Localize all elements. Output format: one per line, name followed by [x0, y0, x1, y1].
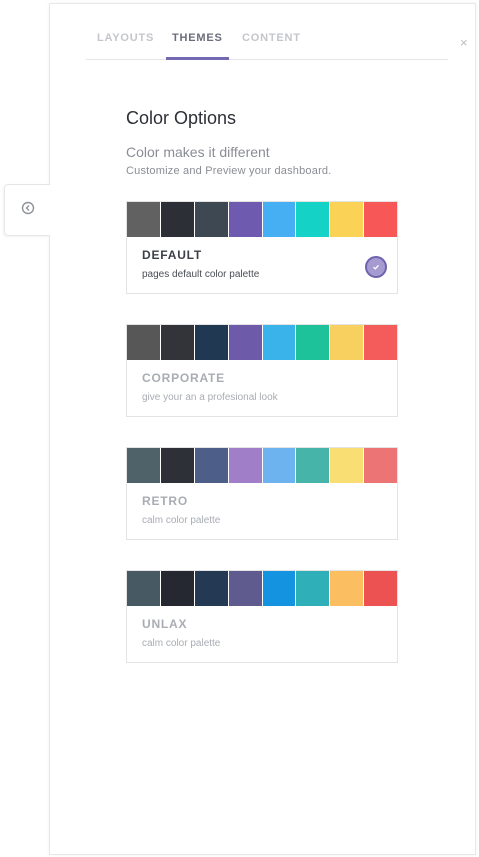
color-swatch [330, 448, 364, 483]
color-swatch [330, 202, 364, 237]
color-swatch [194, 448, 228, 483]
color-swatches [127, 571, 397, 606]
theme-name: CORPORATE [142, 371, 225, 385]
color-swatch [262, 202, 296, 237]
color-swatch [364, 571, 397, 606]
color-swatch [364, 325, 397, 360]
section-description: Customize and Preview your dashboard. [126, 165, 332, 177]
theme-card-retro[interactable]: RETRO calm color palette [126, 447, 398, 540]
color-swatch [194, 571, 228, 606]
color-swatch [127, 202, 160, 237]
theme-name: DEFAULT [142, 248, 203, 262]
color-swatch [194, 325, 228, 360]
color-swatches [127, 448, 397, 483]
color-swatch [296, 448, 330, 483]
color-swatches [127, 325, 397, 360]
color-swatch [262, 325, 296, 360]
theme-description: calm color palette [142, 638, 221, 649]
color-swatch [127, 448, 160, 483]
color-swatch [262, 448, 296, 483]
page-title: Color Options [126, 108, 237, 128]
theme-card-unlax[interactable]: UNLAX calm color palette [126, 570, 398, 663]
active-tab-indicator [166, 57, 229, 60]
tab-layouts[interactable]: LAYOUTS [97, 32, 154, 44]
theme-card-corporate[interactable]: CORPORATE give your an a profesional loo… [126, 324, 398, 417]
color-swatch [228, 325, 262, 360]
color-swatch [330, 571, 364, 606]
theme-description: calm color palette [142, 515, 221, 526]
tab-themes[interactable]: THEMES [172, 32, 223, 44]
color-swatch [228, 202, 262, 237]
color-swatch [364, 448, 397, 483]
theme-card-default[interactable]: DEFAULT pages default color palette [126, 201, 398, 294]
color-swatch [127, 571, 160, 606]
color-swatch [194, 202, 228, 237]
theme-description: pages default color palette [142, 269, 260, 280]
color-swatch [262, 571, 296, 606]
color-swatches [127, 202, 397, 237]
color-swatch [296, 325, 330, 360]
theme-name: UNLAX [142, 617, 188, 631]
close-button[interactable]: × [460, 36, 468, 49]
color-swatch [160, 448, 194, 483]
color-swatch [296, 202, 330, 237]
color-swatch [364, 202, 397, 237]
color-swatch [296, 571, 330, 606]
color-swatch [160, 325, 194, 360]
color-swatch [228, 571, 262, 606]
color-swatch [228, 448, 262, 483]
color-swatch [160, 202, 194, 237]
section-subtitle: Color makes it different [126, 144, 270, 160]
color-swatch [330, 325, 364, 360]
tab-content[interactable]: CONTENT [242, 32, 301, 44]
settings-panel: LAYOUTS THEMES CONTENT × Color Options C… [49, 3, 476, 855]
theme-name: RETRO [142, 494, 188, 508]
tab-bar: LAYOUTS THEMES CONTENT × [86, 4, 468, 60]
theme-description: give your an a profesional look [142, 392, 278, 403]
color-swatch [127, 325, 160, 360]
panel-toggle-button[interactable] [4, 184, 50, 236]
color-swatch [160, 571, 194, 606]
checkmark-icon [365, 256, 387, 278]
chevron-left-icon [21, 201, 35, 220]
